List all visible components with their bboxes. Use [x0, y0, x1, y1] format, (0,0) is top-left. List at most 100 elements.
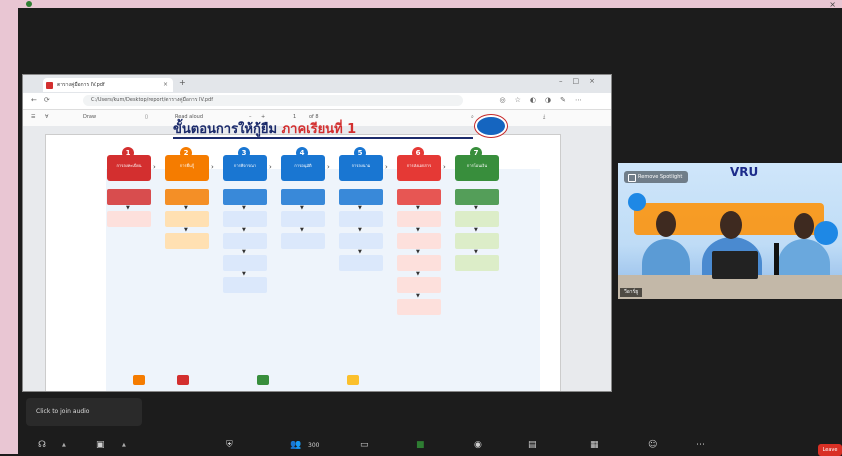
person-right-head [794, 213, 814, 239]
step-detail-box [107, 189, 151, 205]
audio-options-caret[interactable]: ▲ [62, 442, 66, 448]
participant-name: วีอาร์ยู [620, 288, 643, 297]
apps-icon[interactable]: ▦ [590, 440, 599, 450]
step-detail-box [165, 211, 209, 227]
menu-icon[interactable]: ☰ [31, 114, 35, 120]
pdf-icon [46, 82, 53, 89]
step-detail-box [281, 233, 325, 249]
window-controls[interactable]: –□× [559, 77, 605, 85]
step-number: 1 [122, 147, 134, 159]
headphone-icon[interactable]: ☊ [38, 440, 46, 450]
step-detail-box [397, 255, 441, 271]
step-label: การยื่นกู้ [179, 163, 195, 168]
participants-icon[interactable]: 👥 [290, 440, 301, 450]
vru-logo: VRU [730, 165, 759, 179]
decoration-circle [814, 221, 838, 245]
address-bar: ←⟳ C:/Users/kum/Desktop/report/ตารางคู่ม… [23, 93, 611, 110]
step-number: 3 [238, 147, 250, 159]
slide-title-term: ภาคเรียนที่ 1 [281, 122, 357, 137]
spotlight-label: Remove Spotlight [638, 174, 683, 180]
step-detail-box [281, 189, 325, 205]
step-3: 3 การพิจารณา [223, 147, 267, 181]
step-label: การพิจารณา [233, 163, 257, 168]
step-detail-box [339, 233, 383, 249]
address-icons[interactable]: ◎☆◐◑✎⋯ [500, 96, 591, 104]
step-number: 5 [354, 147, 366, 159]
step-number: 4 [296, 147, 308, 159]
slide-title: ขั้นตอนการให้กู้ยืม ภาคเรียนที่ 1 [173, 118, 356, 139]
remove-spotlight-button[interactable]: Remove Spotlight [624, 171, 689, 183]
share-screen-icon[interactable]: ■ [416, 440, 425, 450]
close-icon[interactable]: × [829, 0, 836, 9]
step-detail-box [397, 233, 441, 249]
step-detail-box [223, 255, 267, 271]
recording-indicator-icon [26, 1, 32, 7]
nav-buttons[interactable]: ←⟳ [31, 96, 57, 104]
step-detail-box [455, 189, 499, 205]
title-underline [173, 137, 473, 139]
step-detail-box [223, 277, 267, 293]
person-center-head [720, 211, 742, 239]
reactions-icon[interactable]: ☺ [648, 440, 657, 450]
step-arrow: › [211, 163, 214, 171]
browser-tabbar: ตารางคู่มือการ IV.pdf × + –□× [23, 75, 611, 93]
logo-icon [475, 115, 507, 137]
draw-button[interactable]: Draw [83, 114, 96, 120]
step-2: 2 การยื่นกู้ [165, 147, 209, 181]
step-label: การลงนาม [351, 163, 371, 168]
more-icon[interactable]: ⋯ [696, 440, 705, 450]
top-border [0, 0, 842, 8]
person-left-head [656, 211, 676, 237]
save-icon[interactable]: ⤓ [543, 114, 545, 120]
leave-button[interactable]: Leave [818, 444, 842, 456]
step-detail-box [107, 211, 151, 227]
step-detail-box [397, 299, 441, 315]
url-input[interactable]: C:/Users/kum/Desktop/report/ตารางคู่มือก… [83, 95, 463, 106]
legend-row [133, 375, 533, 389]
meeting-toolbar: ☊ ▲ ▣ ▲ ⛨ 👥 300 ▭ ■ ◉ ▤ ▦ ☺ ⋯ Leave [18, 436, 842, 456]
step-detail-box [397, 189, 441, 205]
step-6: 6 การส่งเอกสาร [397, 147, 441, 181]
highlight-icon[interactable]: ∀ [45, 114, 48, 120]
step-arrow: › [327, 163, 330, 171]
video-options-caret[interactable]: ▲ [122, 442, 126, 448]
step-detail-box [165, 189, 209, 205]
chat-icon[interactable]: ▭ [360, 440, 369, 450]
join-audio-popup[interactable]: Click to join audio [26, 398, 142, 426]
step-detail-box [339, 211, 383, 227]
edge-sidebar [609, 167, 611, 391]
participants-count: 300 [308, 442, 320, 449]
shared-screen[interactable]: ตารางคู่มือการ IV.pdf × + –□× ←⟳ C:/User… [22, 74, 612, 392]
decoration-circle [628, 193, 646, 211]
step-detail-box [281, 211, 325, 227]
legend-marker [133, 375, 145, 385]
step-number: 6 [412, 147, 424, 159]
step-detail-box [455, 255, 499, 271]
step-detail-box [339, 189, 383, 205]
step-number: 7 [470, 147, 482, 159]
legend-marker [347, 375, 359, 385]
step-4: 4 การอนุมัติ [281, 147, 325, 181]
captions-icon[interactable]: ▤ [528, 440, 537, 450]
new-tab-icon[interactable]: + [179, 78, 186, 87]
record-icon[interactable]: ◉ [474, 440, 482, 450]
step-arrow: › [269, 163, 272, 171]
video-icon[interactable]: ▣ [96, 440, 105, 450]
browser-tab[interactable]: ตารางคู่มือการ IV.pdf × [43, 78, 173, 92]
step-detail-box [455, 233, 499, 249]
spotlight-icon [628, 174, 636, 182]
step-detail-box [165, 233, 209, 249]
security-icon[interactable]: ⛨ [226, 440, 233, 450]
laptop [712, 251, 758, 279]
legend-marker [257, 375, 269, 385]
video-tile[interactable]: VRU Remove Spotlight วีอาร์ยู [618, 163, 842, 299]
step-detail-box [223, 211, 267, 227]
step-detail-box [223, 189, 267, 205]
step-1: 1 การลงทะเบียน [107, 147, 151, 181]
left-border [0, 0, 18, 454]
step-5: 5 การลงนาม [339, 147, 383, 181]
tab-close-icon[interactable]: × [163, 78, 168, 92]
page-view-icon[interactable]: ▯ [145, 114, 148, 120]
search-icon[interactable]: ⌕ [471, 114, 474, 120]
step-arrow: › [153, 163, 156, 171]
